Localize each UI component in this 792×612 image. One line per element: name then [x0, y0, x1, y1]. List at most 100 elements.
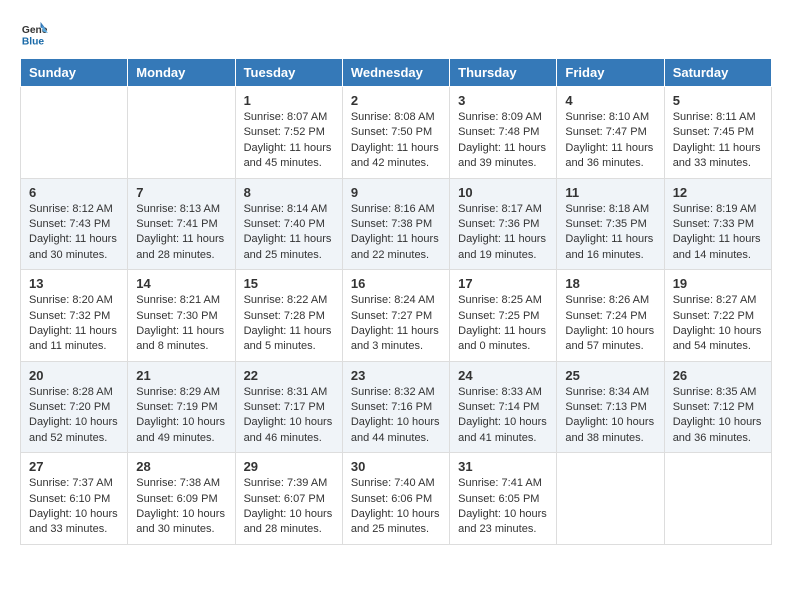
calendar-cell: 25 Sunrise: 8:34 AM Sunset: 7:13 PM Dayli…: [557, 361, 664, 453]
day-info: Sunrise: 7:38 AM Sunset: 6:09 PM Dayligh…: [136, 476, 226, 538]
day-number: 21: [136, 368, 226, 383]
day-info: Sunrise: 7:39 AM Sunset: 6:07 PM Dayligh…: [244, 476, 334, 538]
day-info: Sunrise: 8:27 AM Sunset: 7:22 PM Dayligh…: [673, 293, 763, 355]
day-number: 16: [351, 276, 441, 291]
day-number: 23: [351, 368, 441, 383]
calendar-cell: 31Sunrise: 7:41 AM Sunset: 6:05 PM Dayli…: [450, 453, 557, 545]
day-number: 14: [136, 276, 226, 291]
calendar-cell: [128, 87, 235, 179]
day-info: Sunrise: 8:32 AM Sunset: 7:16 PM Dayligh…: [351, 385, 441, 447]
day-info: Sunrise: 8:24 AM Sunset: 7:27 PM Dayligh…: [351, 293, 441, 355]
calendar-cell: 6 Sunrise: 8:12 AM Sunset: 7:43 PM Daylig…: [21, 178, 128, 270]
day-number: 29: [244, 459, 334, 474]
calendar-cell: 28 Sunrise: 7:38 AM Sunset: 6:09 PM Dayli…: [128, 453, 235, 545]
day-number: 30: [351, 459, 441, 474]
day-number: 8: [244, 185, 334, 200]
day-info: Sunrise: 8:08 AM Sunset: 7:50 PM Dayligh…: [351, 110, 441, 172]
calendar-cell: 16 Sunrise: 8:24 AM Sunset: 7:27 PM Dayli…: [342, 270, 449, 362]
day-number: 20: [29, 368, 119, 383]
day-number: 19: [673, 276, 763, 291]
calendar-week-row: 1Sunrise: 8:07 AM Sunset: 7:52 PM Daylig…: [21, 87, 772, 179]
calendar-cell: 22 Sunrise: 8:31 AM Sunset: 7:17 PM Dayli…: [235, 361, 342, 453]
calendar-cell: 24 Sunrise: 8:33 AM Sunset: 7:14 PM Dayli…: [450, 361, 557, 453]
calendar-cell: 9 Sunrise: 8:16 AM Sunset: 7:38 PM Daylig…: [342, 178, 449, 270]
calendar-table: SundayMondayTuesdayWednesdayThursdayFrid…: [20, 58, 772, 545]
day-number: 2: [351, 93, 441, 108]
calendar-cell: 17Sunrise: 8:25 AM Sunset: 7:25 PM Dayli…: [450, 270, 557, 362]
calendar-cell: 14 Sunrise: 8:21 AM Sunset: 7:30 PM Dayli…: [128, 270, 235, 362]
weekday-header: Thursday: [450, 59, 557, 87]
day-info: Sunrise: 8:10 AM Sunset: 7:47 PM Dayligh…: [565, 110, 655, 172]
day-number: 4: [565, 93, 655, 108]
day-number: 5: [673, 93, 763, 108]
calendar-week-row: 27Sunrise: 7:37 AM Sunset: 6:10 PM Dayli…: [21, 453, 772, 545]
day-info: Sunrise: 8:25 AM Sunset: 7:25 PM Dayligh…: [458, 293, 548, 355]
weekday-header: Sunday: [21, 59, 128, 87]
day-info: Sunrise: 8:11 AM Sunset: 7:45 PM Dayligh…: [673, 110, 763, 172]
calendar-cell: [21, 87, 128, 179]
day-number: 6: [29, 185, 119, 200]
day-info: Sunrise: 8:16 AM Sunset: 7:38 PM Dayligh…: [351, 202, 441, 264]
day-info: Sunrise: 8:13 AM Sunset: 7:41 PM Dayligh…: [136, 202, 226, 264]
calendar-cell: 7 Sunrise: 8:13 AM Sunset: 7:41 PM Daylig…: [128, 178, 235, 270]
day-number: 11: [565, 185, 655, 200]
day-number: 18: [565, 276, 655, 291]
day-info: Sunrise: 8:35 AM Sunset: 7:12 PM Dayligh…: [673, 385, 763, 447]
calendar-cell: 1Sunrise: 8:07 AM Sunset: 7:52 PM Daylig…: [235, 87, 342, 179]
weekday-header-row: SundayMondayTuesdayWednesdayThursdayFrid…: [21, 59, 772, 87]
day-number: 3: [458, 93, 548, 108]
weekday-header: Wednesday: [342, 59, 449, 87]
logo-icon: General Blue: [20, 20, 48, 48]
day-info: Sunrise: 8:31 AM Sunset: 7:17 PM Dayligh…: [244, 385, 334, 447]
calendar-week-row: 6 Sunrise: 8:12 AM Sunset: 7:43 PM Daylig…: [21, 178, 772, 270]
calendar-cell: [557, 453, 664, 545]
day-info: Sunrise: 8:34 AM Sunset: 7:13 PM Dayligh…: [565, 385, 655, 447]
day-number: 13: [29, 276, 119, 291]
day-info: Sunrise: 8:12 AM Sunset: 7:43 PM Dayligh…: [29, 202, 119, 264]
calendar-cell: 23 Sunrise: 8:32 AM Sunset: 7:16 PM Dayli…: [342, 361, 449, 453]
calendar-cell: 30 Sunrise: 7:40 AM Sunset: 6:06 PM Dayli…: [342, 453, 449, 545]
day-info: Sunrise: 7:40 AM Sunset: 6:06 PM Dayligh…: [351, 476, 441, 538]
day-number: 7: [136, 185, 226, 200]
calendar-week-row: 20 Sunrise: 8:28 AM Sunset: 7:20 PM Dayli…: [21, 361, 772, 453]
weekday-header: Saturday: [664, 59, 771, 87]
day-info: Sunrise: 8:07 AM Sunset: 7:52 PM Dayligh…: [244, 110, 334, 172]
calendar-cell: 21 Sunrise: 8:29 AM Sunset: 7:19 PM Dayli…: [128, 361, 235, 453]
calendar-cell: 11 Sunrise: 8:18 AM Sunset: 7:35 PM Dayli…: [557, 178, 664, 270]
day-number: 25: [565, 368, 655, 383]
day-info: Sunrise: 8:26 AM Sunset: 7:24 PM Dayligh…: [565, 293, 655, 355]
day-number: 12: [673, 185, 763, 200]
day-info: Sunrise: 8:14 AM Sunset: 7:40 PM Dayligh…: [244, 202, 334, 264]
day-info: Sunrise: 8:21 AM Sunset: 7:30 PM Dayligh…: [136, 293, 226, 355]
day-number: 15: [244, 276, 334, 291]
calendar-cell: 3 Sunrise: 8:09 AM Sunset: 7:48 PM Daylig…: [450, 87, 557, 179]
calendar-cell: 29 Sunrise: 7:39 AM Sunset: 6:07 PM Dayli…: [235, 453, 342, 545]
day-number: 24: [458, 368, 548, 383]
day-number: 22: [244, 368, 334, 383]
svg-text:Blue: Blue: [22, 36, 45, 47]
day-info: Sunrise: 7:37 AM Sunset: 6:10 PM Dayligh…: [29, 476, 119, 538]
day-info: Sunrise: 8:18 AM Sunset: 7:35 PM Dayligh…: [565, 202, 655, 264]
day-number: 26: [673, 368, 763, 383]
calendar-cell: 20 Sunrise: 8:28 AM Sunset: 7:20 PM Dayli…: [21, 361, 128, 453]
calendar-cell: 18 Sunrise: 8:26 AM Sunset: 7:24 PM Dayli…: [557, 270, 664, 362]
day-info: Sunrise: 8:28 AM Sunset: 7:20 PM Dayligh…: [29, 385, 119, 447]
day-info: Sunrise: 8:29 AM Sunset: 7:19 PM Dayligh…: [136, 385, 226, 447]
day-info: Sunrise: 8:09 AM Sunset: 7:48 PM Dayligh…: [458, 110, 548, 172]
day-number: 28: [136, 459, 226, 474]
day-info: Sunrise: 8:33 AM Sunset: 7:14 PM Dayligh…: [458, 385, 548, 447]
day-info: Sunrise: 8:19 AM Sunset: 7:33 PM Dayligh…: [673, 202, 763, 264]
calendar-cell: 19 Sunrise: 8:27 AM Sunset: 7:22 PM Dayli…: [664, 270, 771, 362]
calendar-cell: 15Sunrise: 8:22 AM Sunset: 7:28 PM Dayli…: [235, 270, 342, 362]
weekday-header: Tuesday: [235, 59, 342, 87]
page-header: General Blue: [20, 20, 772, 48]
day-number: 31: [458, 459, 548, 474]
day-number: 9: [351, 185, 441, 200]
day-number: 10: [458, 185, 548, 200]
calendar-cell: 8 Sunrise: 8:14 AM Sunset: 7:40 PM Daylig…: [235, 178, 342, 270]
calendar-cell: 13 Sunrise: 8:20 AM Sunset: 7:32 PM Dayli…: [21, 270, 128, 362]
day-info: Sunrise: 8:20 AM Sunset: 7:32 PM Dayligh…: [29, 293, 119, 355]
calendar-cell: [664, 453, 771, 545]
day-info: Sunrise: 8:17 AM Sunset: 7:36 PM Dayligh…: [458, 202, 548, 264]
weekday-header: Monday: [128, 59, 235, 87]
